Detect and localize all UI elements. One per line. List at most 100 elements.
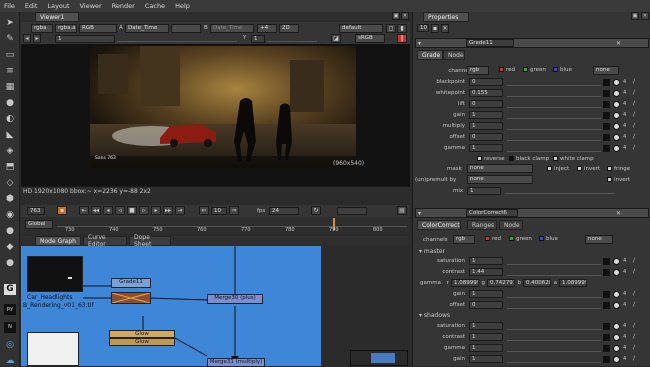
channels2-dropdown[interactable]: rgba.alpha — [55, 24, 77, 33]
cc-channels-dropdown[interactable]: rgb — [453, 235, 475, 244]
animation-icon[interactable]: ∕ — [633, 100, 635, 107]
cloud-icon[interactable]: ☁ — [4, 356, 16, 367]
play-icon[interactable]: ▸ — [151, 206, 161, 215]
nuke-icon[interactable]: N — [4, 322, 16, 333]
grade-close-icon[interactable]: ✕ — [616, 40, 621, 47]
read-node-thumbnail[interactable] — [27, 256, 83, 292]
transform-icon[interactable]: ⬢ — [4, 194, 16, 205]
grade-channels-dropdown[interactable]: rgb — [467, 66, 489, 75]
animation-icon[interactable]: ∕ — [633, 111, 635, 118]
gamma-b-field[interactable]: 0.400628 — [523, 279, 551, 287]
param-field[interactable]: 1 — [469, 122, 503, 130]
param-field[interactable]: 0 — [469, 301, 503, 309]
color-picker-icon[interactable] — [613, 90, 620, 97]
merge-icon[interactable]: ◇ — [4, 178, 16, 189]
animation-icon[interactable]: ∕ — [633, 257, 635, 264]
view-mode-dropdown[interactable]: 2D — [279, 24, 299, 33]
invert2-checkbox[interactable]: invert — [607, 177, 630, 183]
invert-checkbox[interactable]: invert — [577, 166, 600, 172]
roi-icon[interactable]: ◻ — [386, 24, 396, 33]
properties-menu-icon[interactable]: ▣ — [631, 12, 639, 20]
step-field[interactable]: 10 — [211, 207, 227, 215]
param-slider[interactable] — [507, 333, 601, 341]
color-swatch[interactable] — [603, 101, 610, 108]
animation-icon[interactable]: ∕ — [633, 268, 635, 275]
color-picker-icon[interactable] — [613, 356, 620, 363]
tab-viewer1[interactable]: Viewer1 — [35, 12, 79, 22]
stop-icon[interactable]: ■ — [127, 206, 137, 215]
gamma-slider[interactable] — [267, 34, 317, 42]
animation-icon[interactable]: ∕ — [633, 122, 635, 129]
animation-icon[interactable]: ∕ — [633, 355, 635, 362]
tab-colorcorrect[interactable]: ColorCorrect — [417, 220, 461, 230]
step-back-icon[interactable]: ◃ — [115, 206, 125, 215]
param-field[interactable]: 0 — [469, 100, 503, 108]
param-field[interactable]: 1 — [469, 322, 503, 330]
panel-menu-icon[interactable]: ▣ — [392, 12, 400, 20]
cc-close-icon[interactable]: ✕ — [616, 210, 621, 217]
merge-node[interactable]: Merge30 (plus) — [207, 294, 263, 304]
pause-icon[interactable]: ‖ — [397, 34, 407, 43]
cc-name-field[interactable]: ColorCorrect6 — [466, 209, 518, 217]
param-slider[interactable] — [507, 322, 601, 330]
glow-node-2[interactable]: Glow — [109, 338, 175, 346]
tab-ranges[interactable]: Ranges — [467, 220, 497, 230]
mask-dropdown[interactable]: none — [467, 164, 533, 173]
rectangle-icon[interactable]: ▭ — [4, 50, 16, 61]
param-field[interactable]: 1 — [469, 344, 503, 352]
play-back-icon[interactable]: ◂ — [103, 206, 113, 215]
param-slider[interactable] — [507, 133, 601, 141]
channel-blue[interactable]: blue — [553, 67, 572, 73]
blend-dropdown[interactable]: - — [171, 24, 201, 33]
graph-navigator[interactable] — [350, 350, 408, 366]
layers-icon[interactable]: ◈ — [4, 146, 16, 157]
animation-icon[interactable]: ∕ — [633, 322, 635, 329]
param-slider[interactable] — [507, 257, 601, 265]
param-slider[interactable] — [507, 111, 601, 119]
animation-icon[interactable]: ∕ — [633, 133, 635, 140]
cc-channel-blue[interactable]: blue — [539, 236, 558, 242]
gamma-r-field[interactable]: 1.089999 — [451, 279, 479, 287]
grade-panel-header[interactable]: Grade11 ▾ ✕ — [415, 38, 649, 48]
grade-node[interactable]: Grade11 — [111, 278, 151, 288]
lut-dropdown[interactable]: default — [339, 24, 383, 33]
channels-dropdown[interactable]: rgba — [31, 24, 53, 33]
color-swatch[interactable] — [603, 334, 610, 341]
tab-dope-sheet[interactable]: Dope Sheet — [129, 234, 171, 248]
grade-name-field[interactable]: Grade11 — [466, 39, 514, 47]
menu-file[interactable]: File — [4, 2, 15, 10]
param-field[interactable]: 0 — [469, 133, 503, 141]
param-field[interactable]: 1 — [469, 144, 503, 152]
animation-icon[interactable]: ∕ — [633, 301, 635, 308]
fps-field[interactable]: 24 — [269, 207, 299, 215]
frame-next-icon[interactable]: ▸ — [33, 34, 41, 43]
menu-layout[interactable]: Layout — [47, 2, 69, 10]
color-picker-icon[interactable] — [613, 291, 620, 298]
black-clamp-checkbox[interactable]: black clamp — [509, 156, 549, 162]
timeline[interactable]: Global 730 740 750 760 770 780 790 800 — [21, 218, 410, 234]
color-swatch[interactable] — [603, 269, 610, 276]
lock-panels-icon[interactable]: ▪ — [431, 24, 439, 33]
in-point-field[interactable] — [337, 207, 367, 215]
color-swatch[interactable] — [603, 90, 610, 97]
help-icon[interactable]: ◎ — [4, 340, 16, 351]
gizmo-icon[interactable]: G — [4, 284, 16, 295]
skip-back-icon[interactable]: ⇐ — [199, 206, 209, 215]
circle-icon[interactable]: ● — [4, 98, 16, 109]
param-slider[interactable] — [507, 89, 601, 97]
scope-dropdown[interactable]: Global — [25, 220, 53, 229]
menu-edit[interactable]: Edit — [25, 2, 38, 10]
other-icon[interactable]: ● — [4, 258, 16, 269]
param-field[interactable]: 1 — [469, 111, 503, 119]
menu-viewer[interactable]: Viewer — [80, 2, 102, 10]
color-swatch[interactable] — [603, 79, 610, 86]
animation-icon[interactable]: ∕ — [633, 333, 635, 340]
color-picker-icon[interactable] — [613, 323, 620, 330]
lock-icon[interactable]: ▮ — [397, 24, 407, 33]
clear-panels-icon[interactable]: ✕ — [441, 24, 449, 33]
node-graph-canvas[interactable]: Car_Headlights B_Rendering_v01_63.tif Gr… — [21, 246, 321, 367]
display-lut-dropdown[interactable]: sRGB — [355, 34, 385, 43]
timeline-ruler[interactable] — [57, 220, 407, 227]
a-input-dropdown[interactable]: Date_Time — [125, 24, 169, 33]
disabled-node[interactable] — [111, 292, 151, 304]
